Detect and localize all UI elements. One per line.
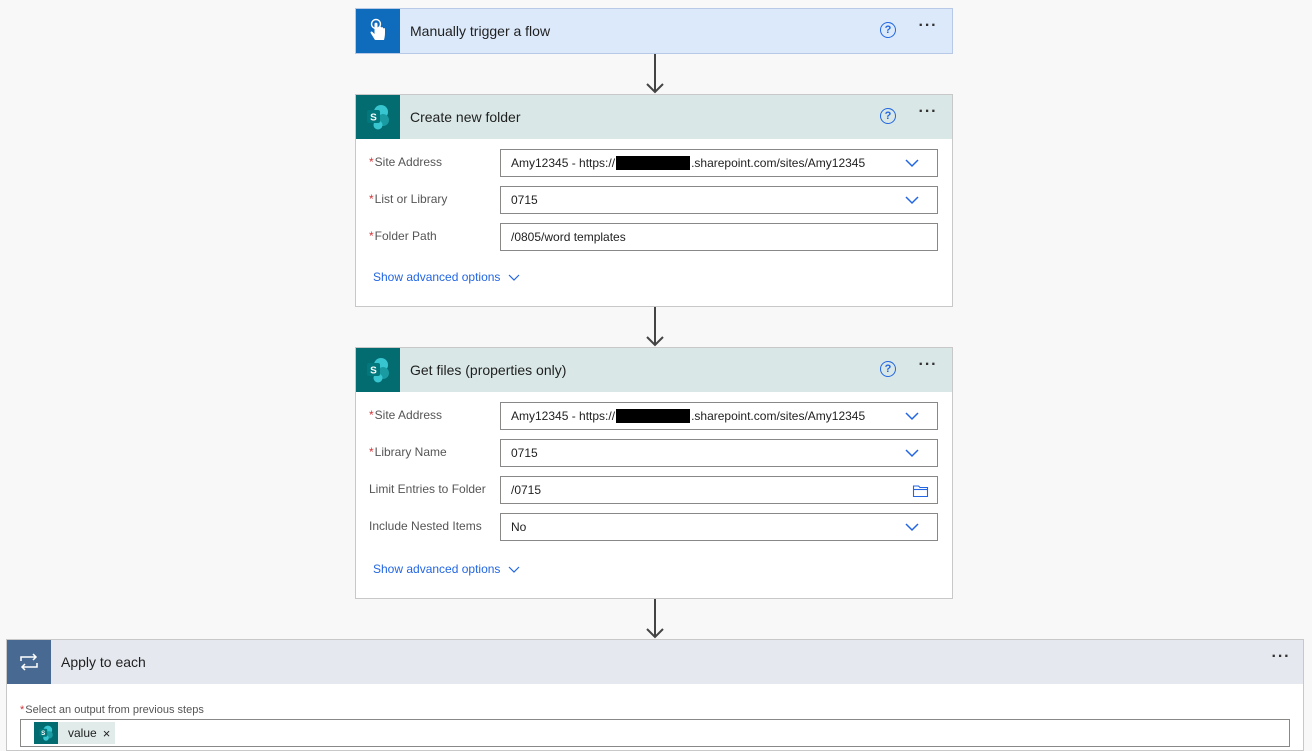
site-address-suffix: .sharepoint.com/sites/Amy12345 [691, 409, 866, 423]
chevron-down-icon[interactable] [905, 520, 919, 534]
trigger-card[interactable]: Manually trigger a flow ? ··· [355, 8, 953, 54]
library-name-label: *Library Name [369, 445, 447, 459]
svg-text:S: S [370, 113, 377, 124]
library-name-row: *Library Name 0715 [356, 439, 952, 467]
site-address-row: *Site Address Amy12345 - https:// .sharep… [356, 402, 952, 430]
folder-path-row: *Folder Path /0805/word templates [356, 223, 952, 251]
more-options-icon[interactable]: ··· [916, 357, 940, 380]
get-files-card[interactable]: S Get files (properties only) ? ··· *Sit… [355, 347, 953, 599]
limit-entries-row: Limit Entries to Folder /0715 [356, 476, 952, 504]
chevron-down-icon[interactable] [905, 446, 919, 460]
more-options-icon[interactable]: ··· [916, 104, 940, 127]
limit-entries-input[interactable]: /0715 [500, 476, 938, 504]
site-address-label: *Site Address [369, 155, 443, 169]
list-library-value: 0715 [511, 193, 538, 207]
apply-to-each-title: Apply to each [61, 654, 146, 670]
site-address-suffix: .sharepoint.com/sites/Amy12345 [691, 156, 866, 170]
apply-to-each-card[interactable]: Apply to each ··· *Select an output from… [6, 639, 1304, 751]
help-icon[interactable]: ? [880, 108, 896, 124]
show-advanced-options-label[interactable]: Show advanced options [373, 270, 500, 284]
sharepoint-icon: S [34, 722, 58, 744]
site-address-row: *Site Address Amy12345 - https:// .sharep… [356, 149, 952, 177]
sharepoint-icon: S [356, 348, 400, 392]
create-folder-card[interactable]: S Create new folder ? ··· *Site Address … [355, 94, 953, 307]
sharepoint-icon: S [356, 95, 400, 139]
folder-icon[interactable] [912, 484, 929, 498]
show-advanced-options-link[interactable]: Show advanced options [373, 562, 520, 576]
get-files-title: Get files (properties only) [410, 362, 567, 378]
site-address-dropdown[interactable]: Amy12345 - https:// .sharepoint.com/sites… [500, 149, 938, 177]
create-folder-title: Create new folder [410, 109, 521, 125]
limit-entries-value: /0715 [511, 483, 542, 497]
touch-icon [356, 9, 400, 53]
select-output-input[interactable]: S value × [20, 719, 1290, 747]
more-options-icon[interactable]: ··· [1269, 649, 1293, 672]
list-library-dropdown[interactable]: 0715 [500, 186, 938, 214]
chevron-down-icon[interactable] [508, 274, 520, 282]
list-library-row: *List or Library 0715 [356, 186, 952, 214]
trigger-header[interactable]: Manually trigger a flow ? ··· [356, 9, 952, 53]
include-nested-label: Include Nested Items [369, 519, 482, 533]
more-options-icon[interactable]: ··· [916, 18, 940, 41]
site-address-label: *Site Address [369, 408, 443, 422]
token-remove-icon[interactable]: × [103, 726, 111, 741]
list-library-label: *List or Library [369, 192, 448, 206]
token-label: value [68, 726, 97, 740]
connector-arrow [646, 307, 664, 347]
redacted-block [616, 155, 691, 170]
svg-text:S: S [370, 366, 377, 377]
select-output-label: *Select an output from previous steps [20, 704, 204, 716]
help-icon[interactable]: ? [880, 361, 896, 377]
create-folder-header[interactable]: S Create new folder ? ··· [356, 95, 952, 139]
value-token[interactable]: S value × [34, 722, 116, 744]
help-icon[interactable]: ? [880, 22, 896, 38]
loop-icon [7, 640, 51, 684]
limit-entries-label: Limit Entries to Folder [369, 482, 486, 496]
include-nested-value: No [511, 520, 527, 534]
site-address-prefix: Amy12345 - https:// [511, 156, 616, 170]
redacted-block [616, 408, 691, 423]
folder-path-input[interactable]: /0805/word templates [500, 223, 938, 251]
folder-path-label: *Folder Path [369, 229, 437, 243]
folder-path-value: /0805/word templates [511, 230, 626, 244]
get-files-header[interactable]: S Get files (properties only) ? ··· [356, 348, 952, 392]
library-name-value: 0715 [511, 446, 538, 460]
include-nested-dropdown[interactable]: No [500, 513, 938, 541]
show-advanced-options-label[interactable]: Show advanced options [373, 562, 500, 576]
chevron-down-icon[interactable] [905, 156, 919, 170]
connector-arrow [646, 599, 664, 639]
chevron-down-icon[interactable] [508, 566, 520, 574]
library-name-dropdown[interactable]: 0715 [500, 439, 938, 467]
apply-to-each-header[interactable]: Apply to each ··· [7, 640, 1303, 684]
connector-arrow [646, 54, 664, 94]
show-advanced-options-link[interactable]: Show advanced options [373, 270, 520, 284]
site-address-dropdown[interactable]: Amy12345 - https:// .sharepoint.com/sites… [500, 402, 938, 430]
chevron-down-icon[interactable] [905, 409, 919, 423]
trigger-title: Manually trigger a flow [410, 23, 551, 39]
svg-text:S: S [41, 730, 45, 737]
include-nested-row: Include Nested Items No [356, 513, 952, 541]
chevron-down-icon[interactable] [905, 193, 919, 207]
site-address-prefix: Amy12345 - https:// [511, 409, 616, 423]
